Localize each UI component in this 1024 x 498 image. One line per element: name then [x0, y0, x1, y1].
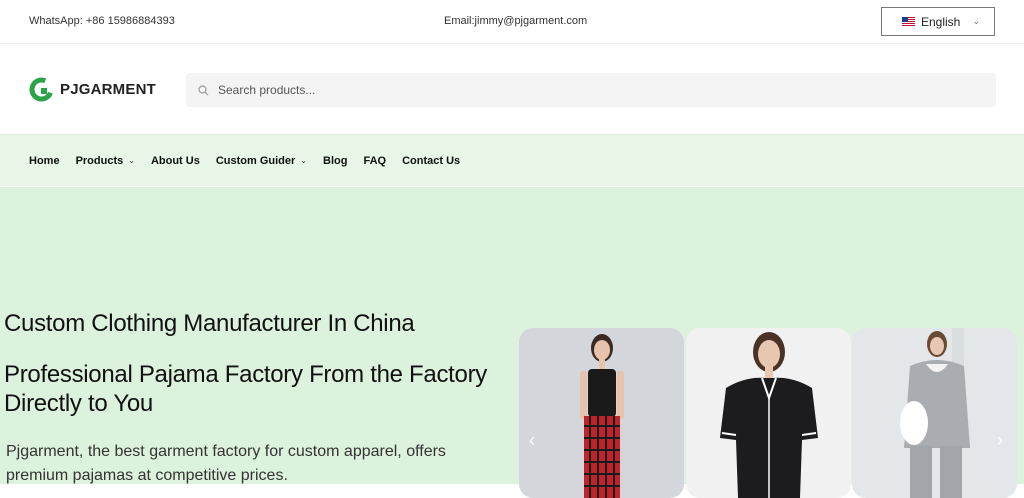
chevron-down-icon: ⌄	[972, 16, 980, 26]
nav-label: Custom Guider	[215, 154, 296, 167]
nav-label: Blog	[323, 154, 348, 167]
email-contact[interactable]: Email:jimmy@pjgarment.com	[444, 15, 587, 27]
hero-subtitle: Professional Pajama Factory From the Fac…	[4, 361, 487, 417]
nav-label: Products	[75, 154, 124, 167]
search-icon	[198, 84, 209, 95]
chevron-right-icon[interactable]: ›	[997, 430, 1003, 451]
hero-description: Pjgarment, the best garment factory for …	[6, 443, 446, 484]
nav-item-custom-guider[interactable]: Custom Guider ⌄	[216, 155, 307, 167]
hero-section: Custom Clothing Manufacturer In China Pr…	[0, 187, 1024, 498]
nav-item-blog[interactable]: Blog	[323, 155, 347, 167]
nav-label: FAQ	[363, 154, 387, 167]
top-bar: WhatsApp: +86 15986884393 Email:jimmy@pj…	[0, 0, 1024, 44]
us-flag-icon	[902, 17, 915, 26]
nav-label: About Us	[150, 154, 200, 167]
product-slide-fleece-pajama-set[interactable]	[852, 328, 1017, 498]
model-image	[720, 332, 818, 498]
product-slide-camisole-plaid-pants[interactable]	[519, 328, 684, 498]
nav-label: Home	[29, 154, 60, 167]
nav-label: Contact Us	[402, 154, 461, 167]
whatsapp-contact[interactable]: WhatsApp: +86 15986884393	[29, 15, 175, 27]
nav-item-faq[interactable]: FAQ	[363, 155, 386, 167]
product-slider[interactable]: ‹ ›	[519, 328, 1024, 498]
product-slide-black-pajama-shirt[interactable]	[686, 328, 851, 498]
search-input[interactable]: Search products...	[186, 73, 996, 107]
hero-title: Custom Clothing Manufacturer In China	[4, 310, 415, 337]
site-header: PJGARMENT Search products...	[0, 44, 1024, 135]
chevron-left-icon[interactable]: ‹	[529, 430, 535, 451]
model-image	[900, 328, 970, 498]
chevron-down-icon: ⌄	[300, 156, 307, 165]
nav-item-contact-us[interactable]: Contact Us	[402, 155, 460, 167]
site-logo[interactable]: PJGARMENT	[29, 77, 156, 102]
main-nav: Home Products ⌄ About Us Custom Guider ⌄ B…	[0, 135, 1024, 186]
language-label: English	[921, 14, 961, 29]
search-placeholder: Search products...	[218, 83, 316, 97]
language-selector[interactable]: English ⌄	[881, 7, 995, 36]
logo-icon	[29, 77, 54, 102]
logo-text: PJGARMENT	[60, 81, 156, 98]
chevron-down-icon: ⌄	[128, 156, 135, 165]
nav-item-about-us[interactable]: About Us	[151, 155, 200, 167]
nav-item-products[interactable]: Products ⌄	[76, 155, 135, 167]
model-image	[580, 334, 624, 498]
nav-item-home[interactable]: Home	[29, 155, 60, 167]
